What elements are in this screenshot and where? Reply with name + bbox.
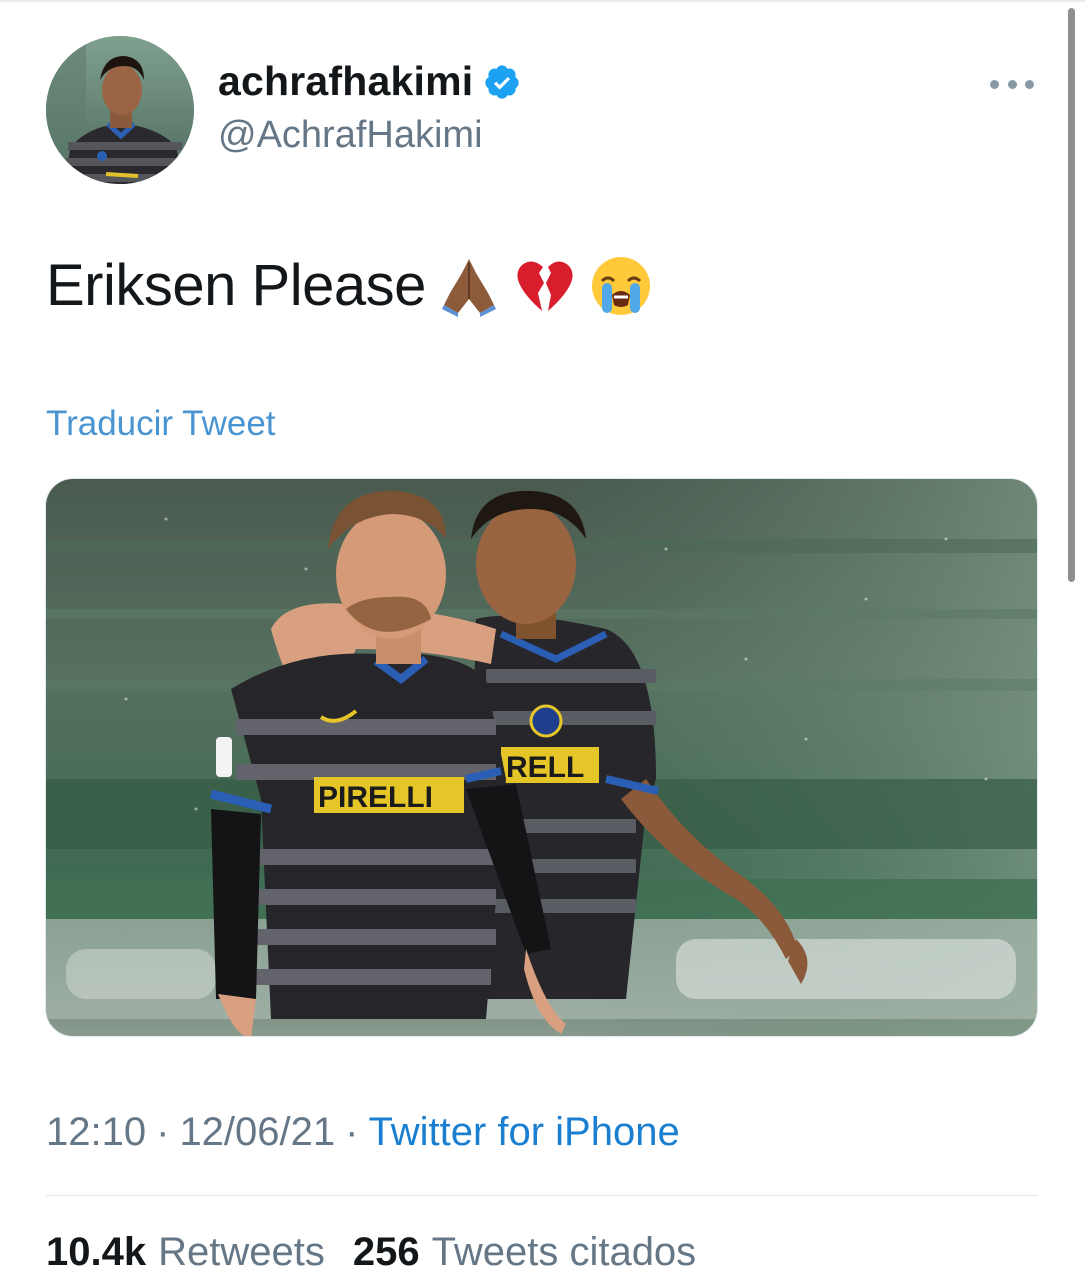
meta-separator: · [156,1110,170,1154]
more-dot [990,79,999,89]
translate-tweet-link[interactable]: Traducir Tweet [46,404,276,444]
more-dot [1025,79,1034,89]
photo-image: RELL PIRELLI [46,479,1037,1036]
broken-heart-emoji [517,260,573,311]
tweet-meta: 12:10 · 12/06/21 · Twitter for iPhone [46,1110,680,1155]
more-dot [1007,79,1017,89]
retweets-stat[interactable]: 10.4k Retweets [46,1230,325,1275]
svg-text:PIRELLI: PIRELLI [318,781,433,814]
tweet-detail-view: achrafhakimi @AchrafHakimi Eriksen Pleas… [0,0,1085,1280]
meta-separator: · [345,1110,359,1154]
avatar-image [46,36,194,184]
svg-text:RELL: RELL [506,751,584,784]
tweet-time: 12:10 [46,1110,147,1154]
scrollbar[interactable] [1068,8,1075,582]
verified-badge-icon [485,64,519,99]
user-handle[interactable]: @AchrafHakimi [218,114,483,157]
tweet-text: Eriksen Please [46,252,654,319]
avatar[interactable] [46,36,194,184]
tweet-text-content: Eriksen Please [46,253,426,318]
tweet-date: 12/06/21 [179,1110,336,1154]
divider [46,1195,1038,1196]
quote-tweets-stat[interactable]: 256 Tweets citados [353,1230,696,1275]
retweets-count: 10.4k [46,1230,147,1274]
folded-hands-emoji [441,258,496,317]
top-border [0,0,1085,2]
quote-tweets-count: 256 [352,1230,420,1274]
quote-tweets-label: Tweets citados [431,1230,697,1274]
name-row: achrafhakimi [218,58,521,105]
loudly-crying-face-emoji [591,256,650,315]
more-options-icon[interactable] [990,74,1034,94]
tweet-source-link[interactable]: Twitter for iPhone [368,1110,679,1155]
tweet-photo[interactable]: RELL PIRELLI [45,478,1038,1037]
display-name[interactable]: achrafhakimi [218,58,473,105]
tweet-stats: 10.4k Retweets 256 Tweets citados [46,1230,696,1275]
retweets-label: Retweets [158,1230,325,1274]
